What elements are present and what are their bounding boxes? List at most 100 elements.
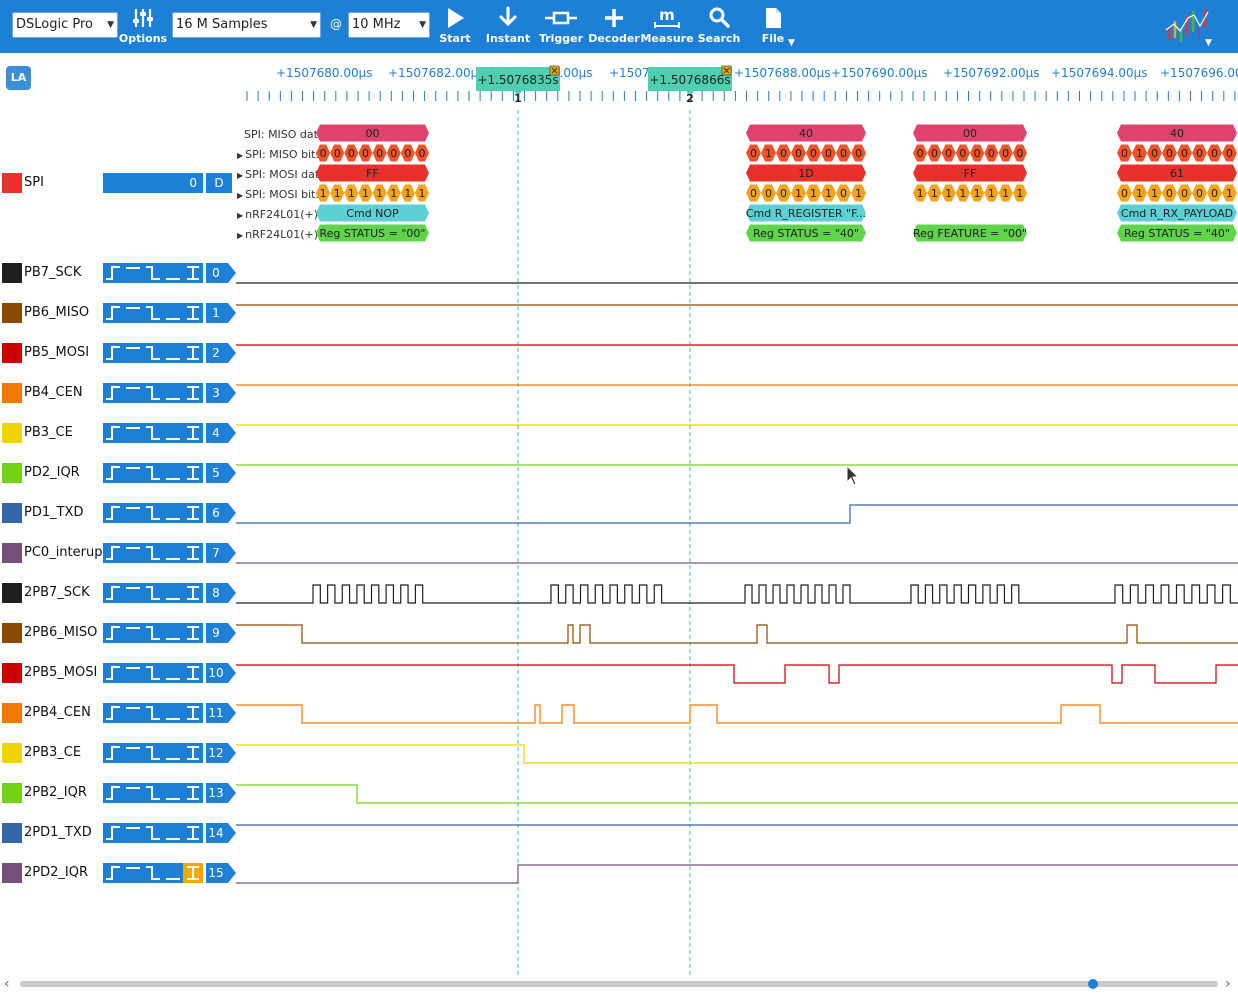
miso-data-block[interactable]: 00 (913, 124, 1027, 142)
channel-color-swatch[interactable] (2, 663, 22, 683)
falling-edge-icon[interactable] (143, 303, 163, 323)
miso-data-block[interactable]: 00 (316, 124, 429, 142)
channel-name[interactable]: PB3_CE (24, 423, 73, 443)
high-level-icon[interactable] (123, 703, 143, 723)
channel-waveform[interactable] (236, 704, 1238, 724)
falling-edge-icon[interactable] (143, 423, 163, 443)
mosi-bits-block[interactable]: 11111111 (316, 184, 429, 202)
low-level-icon[interactable] (163, 343, 183, 363)
trigger-type-buttons[interactable] (103, 463, 203, 483)
channel-color-swatch[interactable] (2, 583, 22, 603)
scroll-left-icon[interactable]: ‹ (4, 976, 10, 992)
channel-name[interactable]: PB6_MISO (24, 303, 89, 323)
channel-color-swatch[interactable] (2, 383, 22, 403)
rising-edge-icon[interactable] (103, 463, 123, 483)
channel-index-tag[interactable]: 12 (206, 743, 236, 763)
high-level-icon[interactable] (123, 863, 143, 883)
miso-data-block[interactable]: 40 (746, 124, 866, 142)
mosi-bits-block[interactable]: 11111111 (913, 184, 1027, 202)
channel-waveform[interactable] (236, 784, 1238, 804)
falling-edge-icon[interactable] (143, 343, 163, 363)
high-level-icon[interactable] (123, 783, 143, 803)
logo-menu-chevron-icon[interactable]: ▼ (1205, 38, 1212, 48)
trigger-type-buttons[interactable] (103, 383, 203, 403)
rising-edge-icon[interactable] (103, 663, 123, 683)
miso-bits-block[interactable]: 00000000 (316, 144, 429, 162)
response-block[interactable]: Reg STATUS = "40" (746, 224, 866, 242)
falling-edge-icon[interactable] (143, 703, 163, 723)
spi-value-box[interactable]: 0 (103, 173, 203, 193)
mosi-bits-block[interactable]: 01100001 (1117, 184, 1237, 202)
channel-name[interactable]: PD1_TXD (24, 503, 83, 523)
high-level-icon[interactable] (123, 263, 143, 283)
cursor-2-flag[interactable]: +1.5076866s 2 (648, 65, 732, 105)
rising-edge-icon[interactable] (103, 503, 123, 523)
low-level-icon[interactable] (163, 863, 183, 883)
channel-name[interactable]: 2PB3_CE (24, 743, 81, 763)
channel-color-swatch[interactable] (2, 503, 22, 523)
miso-bits-block[interactable]: 00000000 (913, 144, 1027, 162)
channel-name[interactable]: 2PB6_MISO (24, 623, 97, 643)
measure-button[interactable]: m Measure (639, 6, 695, 45)
decoder-button[interactable]: Decoder (586, 6, 642, 45)
rising-edge-icon[interactable] (103, 823, 123, 843)
rising-edge-icon[interactable] (103, 583, 123, 603)
falling-edge-icon[interactable] (143, 583, 163, 603)
mosi-data-block[interactable]: 1D (746, 164, 866, 182)
command-block[interactable]: Cmd NOP (316, 204, 429, 222)
trigger-type-buttons[interactable] (103, 543, 203, 563)
low-level-icon[interactable] (163, 463, 183, 483)
samples-select[interactable]: 16 M Samples ▼ (172, 12, 321, 38)
low-level-icon[interactable] (163, 303, 183, 323)
channel-color-swatch[interactable] (2, 863, 22, 883)
channel-index-tag[interactable]: 14 (206, 823, 236, 843)
rising-edge-icon[interactable] (103, 863, 123, 883)
channel-waveform[interactable] (236, 624, 1238, 644)
channel-index-tag[interactable]: 10 (206, 663, 236, 683)
low-level-icon[interactable] (163, 663, 183, 683)
rising-edge-icon[interactable] (103, 383, 123, 403)
falling-edge-icon[interactable] (143, 463, 163, 483)
mosi-bits-block[interactable]: 00011101 (746, 184, 866, 202)
response-block[interactable]: Reg STATUS = "00" (316, 224, 429, 242)
miso-bits-block[interactable]: 01000000 (746, 144, 866, 162)
channel-color-swatch[interactable] (2, 423, 22, 443)
falling-edge-icon[interactable] (143, 263, 163, 283)
trigger-type-buttons[interactable] (103, 303, 203, 323)
channel-index-tag[interactable]: 0 (206, 263, 236, 283)
any-edge-icon[interactable] (183, 543, 203, 563)
trigger-type-buttons[interactable] (103, 823, 203, 843)
trigger-type-buttons[interactable] (103, 663, 203, 683)
channel-name[interactable]: PB5_MOSI (24, 343, 89, 363)
channel-index-tag[interactable]: 1 (206, 303, 236, 323)
trigger-type-buttons[interactable] (103, 423, 203, 443)
mosi-data-block[interactable]: FF (316, 164, 429, 182)
low-level-icon[interactable] (163, 823, 183, 843)
options-button[interactable]: Options (115, 6, 171, 45)
falling-edge-icon[interactable] (143, 543, 163, 563)
miso-data-block[interactable]: 40 (1117, 124, 1237, 142)
instant-button[interactable]: Instant (480, 6, 536, 45)
channel-color-swatch[interactable] (2, 303, 22, 323)
rising-edge-icon[interactable] (103, 743, 123, 763)
rising-edge-icon[interactable] (103, 623, 123, 643)
high-level-icon[interactable] (123, 383, 143, 403)
falling-edge-icon[interactable] (143, 503, 163, 523)
channel-name[interactable]: 2PB2_IQR (24, 783, 87, 803)
any-edge-icon[interactable] (183, 623, 203, 643)
any-edge-icon[interactable] (183, 703, 203, 723)
falling-edge-icon[interactable] (143, 663, 163, 683)
any-edge-icon[interactable] (183, 743, 203, 763)
high-level-icon[interactable] (123, 463, 143, 483)
scrollbar-thumb[interactable] (1088, 979, 1098, 989)
file-menu-chevron-icon[interactable]: ▼ (788, 38, 795, 48)
channel-index-tag[interactable]: 8 (206, 583, 236, 603)
low-level-icon[interactable] (163, 503, 183, 523)
any-edge-icon[interactable] (183, 663, 203, 683)
spi-decoder-name[interactable]: SPI (24, 173, 44, 193)
rising-edge-icon[interactable] (103, 783, 123, 803)
channel-index-tag[interactable]: 13 (206, 783, 236, 803)
channel-waveform[interactable] (236, 584, 1238, 604)
low-level-icon[interactable] (163, 423, 183, 443)
low-level-icon[interactable] (163, 263, 183, 283)
